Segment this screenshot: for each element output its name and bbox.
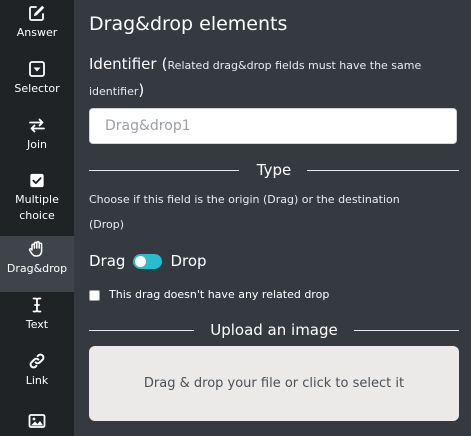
- drag-drop-toggle-switch[interactable]: [133, 253, 163, 269]
- toggle-knob: [135, 255, 147, 267]
- hand-paper-icon: [28, 241, 43, 257]
- upload-section-divider: Upload an image: [89, 318, 459, 342]
- toggle-label-drop: Drop: [170, 252, 207, 270]
- i-cursor-icon: [32, 297, 42, 313]
- sidebar-item-label: Selector: [14, 82, 60, 95]
- check-square-icon: [30, 173, 44, 188]
- sidebar-item-label-line2: choice: [19, 209, 55, 222]
- type-section-heading: Type: [256, 161, 292, 179]
- sidebar-item-drag-drop[interactable]: Drag&drop: [0, 236, 74, 292]
- sidebar-item-answer[interactable]: Answer: [0, 0, 74, 56]
- link-icon: [29, 353, 45, 369]
- sidebar-item-label: Drag&drop: [6, 262, 68, 275]
- no-related-drop-row: This drag doesn't have any related drop: [89, 285, 329, 305]
- type-description: Choose if this field is the origin (Drag…: [89, 193, 400, 231]
- sidebar-item-label: Join: [26, 138, 47, 151]
- sidebar-item-label: Answer: [16, 26, 58, 39]
- identifier-note-close-paren: ): [138, 81, 145, 99]
- page-title: Drag&drop elements: [89, 13, 288, 35]
- dropzone-text: Drag & drop your file or click to select…: [143, 376, 405, 391]
- identifier-label-group: Identifier (Related drag&drop fields mus…: [89, 52, 459, 104]
- image-icon: [28, 414, 46, 428]
- image-upload-dropzone[interactable]: Drag & drop your file or click to select…: [89, 346, 459, 421]
- sidebar-item-label: Text: [25, 318, 49, 331]
- type-section-divider: Type: [89, 158, 459, 182]
- upload-section-heading: Upload an image: [210, 321, 338, 339]
- exchange-arrows-icon: [29, 118, 45, 133]
- editor-panel: Drag&drop elements Identifier (Related d…: [89, 0, 459, 436]
- drag-drop-toggle-row: Drag Drop: [89, 249, 207, 273]
- toggle-label-drag: Drag: [89, 252, 126, 270]
- sidebar-item-join[interactable]: Join: [0, 112, 74, 168]
- sidebar-item-multiple-choice[interactable]: Multiple choice: [0, 168, 74, 224]
- sidebar-item-image[interactable]: [0, 404, 74, 436]
- sidebar-item-label: Link: [25, 374, 49, 387]
- sidebar-item-label-line1: Multiple: [15, 193, 59, 206]
- sidebar-item-text[interactable]: Text: [0, 292, 74, 348]
- identifier-input[interactable]: [89, 108, 457, 144]
- pencil-square-icon: [29, 5, 45, 21]
- no-related-drop-label[interactable]: This drag doesn't have any related drop: [109, 285, 329, 305]
- sidebar: Answer Selector Join Multiple choice Dra…: [0, 0, 74, 436]
- no-related-drop-checkbox[interactable]: [89, 289, 100, 301]
- sidebar-item-link[interactable]: Link: [0, 348, 74, 404]
- sidebar-item-selector[interactable]: Selector: [0, 56, 74, 112]
- identifier-label: Identifier: [89, 55, 157, 73]
- caret-square-down-icon: [29, 61, 45, 77]
